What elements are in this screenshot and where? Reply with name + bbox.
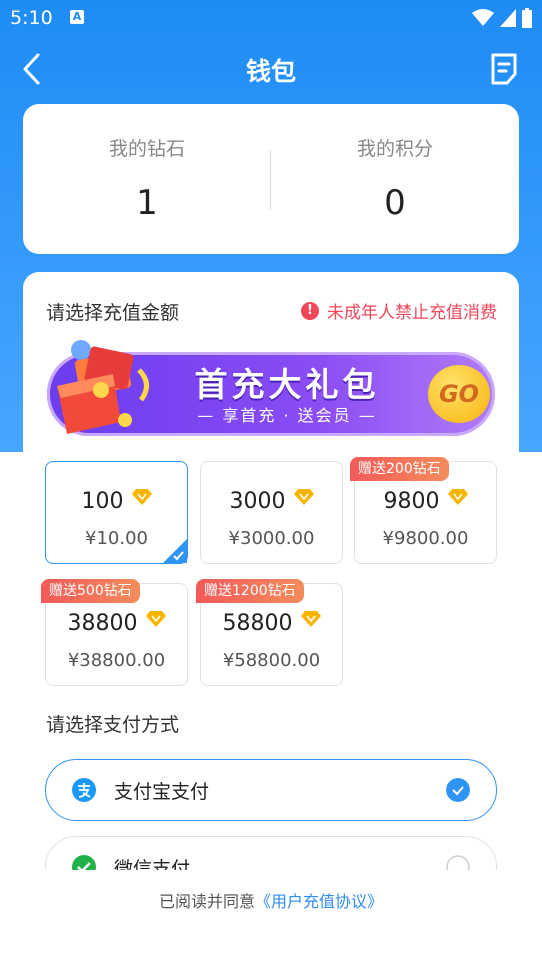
- selected-check-icon: [163, 539, 187, 563]
- package-100[interactable]: 100 ¥10.00: [45, 461, 188, 564]
- package-3000[interactable]: 3000 ¥3000.00: [200, 461, 343, 564]
- package-amount: 100: [81, 489, 124, 514]
- points-value: 0: [384, 183, 406, 223]
- minor-warning-text: 未成年人禁止充值消费: [327, 303, 497, 323]
- wechat-pay-label: 微信支付: [114, 858, 191, 870]
- banner-title: 首充大礼包: [194, 365, 380, 404]
- bottom-bar: [0, 958, 542, 963]
- alipay-option[interactable]: 支付宝支付: [45, 759, 497, 821]
- payment-section-title: 请选择支付方式: [46, 714, 180, 736]
- package-58800[interactable]: 赠送1200钻石 58800 ¥58800.00: [196, 579, 343, 686]
- balance-card: 我的钻石 1 我的积分 0: [23, 104, 519, 254]
- diamond-icon: [131, 489, 152, 505]
- radio-unchecked-icon[interactable]: [446, 855, 470, 870]
- points-label: 我的积分: [356, 138, 433, 160]
- package-9800[interactable]: 赠送200钻石 9800 ¥9800.00: [350, 457, 497, 564]
- diamond-value: 1: [136, 183, 158, 223]
- package-38800[interactable]: 赠送500钻石 38800 ¥38800.00: [41, 579, 188, 686]
- alipay-icon: [72, 778, 96, 802]
- diamond-label: 我的钻石: [108, 138, 185, 160]
- diamond-icon: [447, 489, 468, 505]
- record-icon[interactable]: [488, 52, 520, 86]
- battery-icon: [522, 8, 532, 28]
- package-price: ¥38800.00: [67, 650, 166, 671]
- package-price: ¥58800.00: [222, 650, 321, 671]
- agreement-link[interactable]: 《用户充值协议》: [255, 892, 383, 911]
- go-button[interactable]: GO: [428, 365, 490, 423]
- diamond-icon: [300, 611, 321, 627]
- bonus-badge: 赠送200钻石: [350, 457, 449, 481]
- recharge-section-title: 请选择充值金额: [46, 302, 180, 324]
- package-price: ¥3000.00: [228, 528, 315, 549]
- payment-list-clip: 微信支付: [23, 824, 519, 870]
- radio-checked-icon[interactable]: [446, 778, 470, 802]
- status-bar: 5:10 A: [0, 0, 542, 36]
- bonus-badge: 赠送1200钻石: [196, 579, 304, 603]
- minor-warning: ! 未成年人禁止充值消费: [301, 298, 497, 323]
- signal-icon: [500, 9, 516, 27]
- warning-icon: !: [301, 301, 319, 320]
- recharge-card: 请选择充值金额 ! 未成年人禁止充值消费 首充大礼包 — 享首充 · 送会员 —…: [23, 272, 519, 940]
- package-amount: 9800: [383, 489, 440, 514]
- diamond-icon: [293, 489, 314, 505]
- diamond-stat: 我的钻石 1: [23, 134, 271, 223]
- first-charge-banner[interactable]: 首充大礼包 — 享首充 · 送会员 — GO: [47, 340, 495, 436]
- wifi-icon: [472, 9, 494, 26]
- page-title: 钱包: [245, 57, 296, 86]
- notification-a-icon: A: [70, 10, 84, 24]
- package-amount: 38800: [67, 611, 138, 636]
- package-price: ¥9800.00: [382, 528, 469, 549]
- package-amount: 58800: [222, 611, 293, 636]
- wechat-pay-icon: [72, 855, 96, 870]
- agreement-prefix: 已阅读并同意: [158, 892, 255, 911]
- app-header: 钱包: [0, 36, 542, 104]
- status-time: 5:10: [10, 7, 53, 29]
- bonus-badge: 赠送500钻石: [41, 579, 140, 603]
- banner-subtitle: — 享首充 · 送会员 —: [197, 406, 377, 425]
- package-amount: 3000: [229, 489, 286, 514]
- points-stat: 我的积分 0: [271, 134, 519, 223]
- gift-box-icon: [57, 340, 149, 434]
- wechat-pay-option[interactable]: 微信支付: [45, 836, 497, 870]
- agreement-line: 已阅读并同意《用户充值协议》: [23, 888, 519, 912]
- alipay-label: 支付宝支付: [114, 781, 210, 803]
- diamond-icon: [145, 611, 166, 627]
